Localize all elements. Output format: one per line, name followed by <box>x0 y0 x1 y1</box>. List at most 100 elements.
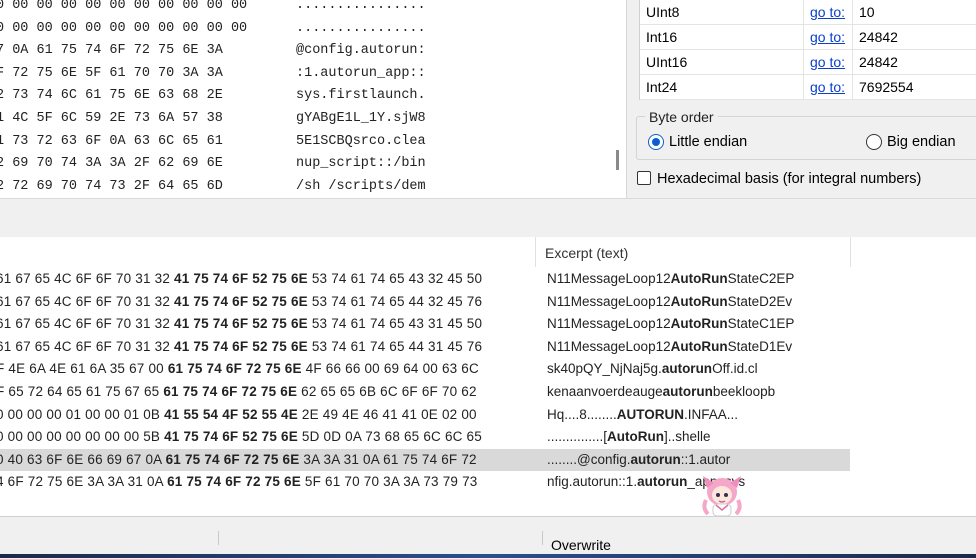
hex-bytes: 0 00 00 00 00 00 00 00 00 00 00 <box>0 20 248 36</box>
hex-bytes: 2 72 69 70 74 73 2F 64 65 6D <box>0 178 223 194</box>
value-field[interactable]: 24842 <box>859 50 898 74</box>
result-hex: 0 00 00 00 01 00 00 01 0B 41 55 54 4F 52… <box>0 404 477 426</box>
result-hex: 61 67 65 4C 6F 6F 70 31 32 41 75 74 6F 5… <box>0 336 482 358</box>
result-row[interactable]: 0 40 63 6F 6E 66 69 67 0A 61 75 74 6F 72… <box>0 448 850 471</box>
result-row[interactable]: 61 67 65 4C 6F 6F 70 31 32 41 75 74 6F 5… <box>0 313 850 335</box>
excerpt-match: autorun <box>637 474 688 490</box>
type-label: Int24 <box>646 79 678 95</box>
big-endian-radio[interactable] <box>866 134 882 150</box>
result-hex: 4 6F 72 75 6E 3A 3A 31 0A 61 75 74 6F 72… <box>0 471 478 493</box>
result-row[interactable]: 0 00 00 00 01 00 00 01 0B 41 55 54 4F 52… <box>0 404 850 426</box>
excerpt-column-header[interactable]: Excerpt (text) <box>545 245 628 261</box>
result-hex: F 65 72 64 65 61 75 67 65 61 75 74 6F 72… <box>0 381 477 403</box>
status-bar: Overwrite <box>0 516 976 559</box>
excerpt-prefix: N11MessageLoop12 <box>547 338 671 354</box>
result-excerpt: ...............[AutoRun]..shelle <box>547 426 711 448</box>
hex-row[interactable]: 1 4C 5F 6C 59 2E 73 6A 57 38 gYABgE1L_1Y.… <box>0 108 612 130</box>
result-row[interactable]: 61 67 65 4C 6F 6F 70 31 32 41 75 74 6F 5… <box>0 336 850 358</box>
hex-bytes: F 72 75 6E 5F 61 70 70 3A 3A <box>0 65 223 81</box>
hex-suffix: 53 74 61 74 65 43 32 45 50 <box>307 271 483 286</box>
result-row[interactable]: F 4E 6A 4E 61 6A 35 67 00 61 75 74 6F 72… <box>0 358 850 380</box>
ascii-text: nup_script::/bin <box>296 156 426 172</box>
result-excerpt: kenaanvoerdeaugeautorunbeekloopb <box>547 381 775 403</box>
result-excerpt: ........@config.autorun::1.autor <box>547 449 730 471</box>
little-endian-radio[interactable] <box>648 134 664 150</box>
excerpt-prefix: ...............[ <box>547 429 608 445</box>
result-row[interactable]: 61 67 65 4C 6F 6F 70 31 32 41 75 74 6F 5… <box>0 268 850 290</box>
big-endian-label[interactable]: Big endian <box>887 132 956 152</box>
hex-prefix: 61 67 65 4C 6F 6F 70 31 32 <box>0 338 175 354</box>
result-excerpt: N11MessageLoop12AutoRunStateD1Ev <box>547 336 792 358</box>
hex-row[interactable]: 2 72 69 70 74 73 2F 64 65 6D/sh /scripts… <box>0 176 612 198</box>
goto-link[interactable]: go to: <box>810 50 845 74</box>
result-row[interactable]: 61 67 65 4C 6F 6F 70 31 32 41 75 74 6F 5… <box>0 291 850 313</box>
hex-match: 61 75 74 6F 72 75 6E <box>167 361 302 377</box>
hex-match: 41 75 74 6F 52 75 6E <box>174 316 308 332</box>
type-label: UInt16 <box>646 54 688 70</box>
ascii-text: sys.firstlaunch. <box>296 88 426 104</box>
hex-match: 41 55 54 4F 52 55 4E <box>164 406 298 422</box>
ascii-text: @config.autorun: <box>296 43 426 59</box>
excerpt-match: autorun <box>662 384 713 399</box>
value-field[interactable]: 10 <box>859 0 875 24</box>
hex-row[interactable]: 0 00 00 00 00 00 00 00 00 00 00.........… <box>0 0 612 17</box>
hex-bytes: 2 69 70 74 3A 3A 2F 62 69 6E <box>0 156 223 172</box>
excerpt-match: AutoRun <box>670 271 728 286</box>
hex-basis-label[interactable]: Hexadecimal basis (for integral numbers) <box>657 169 921 189</box>
hex-match: 41 75 74 6F 52 75 6E <box>174 293 308 309</box>
scrollbar-thumb[interactable] <box>616 150 619 170</box>
hex-row[interactable]: 2 73 74 6C 61 75 6E 63 68 2E sys.firstlau… <box>0 85 612 107</box>
hex-row[interactable]: 1 73 72 63 6F 0A 63 6C 65 61 5E1SCBQsrco.… <box>0 131 612 153</box>
hex-match: 41 75 74 6F 52 75 6E <box>174 338 308 354</box>
goto-link[interactable]: go to: <box>810 75 845 99</box>
hex-prefix: 0 00 00 00 01 00 00 01 0B <box>0 406 165 422</box>
goto-link[interactable]: go to: <box>810 0 845 24</box>
result-hex: 61 67 65 4C 6F 6F 70 31 32 41 75 74 6F 5… <box>0 313 482 335</box>
excerpt-prefix: kenaanvoerdeauge <box>547 384 663 399</box>
ascii-text: ................ <box>296 0 426 13</box>
hex-prefix: 61 67 65 4C 6F 6F 70 31 32 <box>0 293 175 309</box>
search-results-list[interactable]: Excerpt (text) 61 67 65 4C 6F 6F 70 31 3… <box>0 237 976 516</box>
excerpt-suffix: ::1.autor <box>680 451 731 467</box>
excerpt-suffix: .INFAA... <box>684 406 739 422</box>
excerpt-suffix: StateC1EP <box>727 316 795 332</box>
inspector-row: Int16 go to: 24842 <box>640 25 976 50</box>
hex-match: 41 75 74 6F 52 75 6E <box>174 271 308 286</box>
value-field[interactable]: 7692554 <box>859 75 914 99</box>
result-hex: 61 67 65 4C 6F 6F 70 31 32 41 75 74 6F 5… <box>0 268 482 290</box>
data-inspector: UInt8 go to: 10 Int16 go to: 24842 UInt16 go to… <box>627 0 976 198</box>
hex-editor-pane[interactable]: 0 00 00 00 00 00 00 00 00 00 00.........… <box>0 0 626 198</box>
hex-suffix: 5F 61 70 70 3A 3A 73 79 73 <box>300 474 478 490</box>
hex-row[interactable]: 2 69 70 74 3A 3A 2F 62 69 6E nup_script::… <box>0 153 612 175</box>
result-row[interactable]: F 65 72 64 65 61 75 67 65 61 75 74 6F 72… <box>0 381 850 403</box>
excerpt-match: AutoRun <box>670 316 728 332</box>
data-inspector-table: UInt8 go to: 10 Int16 go to: 24842 UInt16 go to… <box>639 0 976 100</box>
status-separator <box>542 531 543 545</box>
little-endian-label[interactable]: Little endian <box>669 132 747 152</box>
hex-prefix: 0 00 00 00 00 00 00 00 5B <box>0 429 165 445</box>
hex-basis-checkbox[interactable] <box>637 171 651 185</box>
hex-suffix: 53 74 61 74 65 43 31 45 50 <box>307 316 483 332</box>
excerpt-prefix: Hq....8........ <box>547 406 617 422</box>
hex-prefix: F 4E 6A 4E 61 6A 35 67 00 <box>0 361 168 377</box>
hex-row[interactable]: F 72 75 6E 5F 61 70 70 3A 3A:1.autorun_a… <box>0 63 612 85</box>
hex-suffix: 53 74 61 74 65 44 32 45 76 <box>307 293 483 309</box>
excerpt-suffix: Off.id.cl <box>712 361 758 377</box>
hex-row[interactable]: 7 0A 61 75 74 6F 72 75 6E 3A @config.auto… <box>0 40 612 62</box>
hex-prefix: 61 67 65 4C 6F 6F 70 31 32 <box>0 271 175 286</box>
value-field[interactable]: 24842 <box>859 25 898 49</box>
column-separator <box>535 237 536 267</box>
hex-vertical-scrollbar[interactable] <box>612 0 626 198</box>
excerpt-prefix: N11MessageLoop12 <box>547 316 671 332</box>
result-row[interactable]: 0 00 00 00 00 00 00 00 5B 41 75 74 6F 52… <box>0 426 850 448</box>
hex-bytes: 1 4C 5F 6C 59 2E 73 6A 57 38 <box>0 111 223 126</box>
taskbar-edge <box>0 554 976 558</box>
status-separator <box>218 531 219 545</box>
inspector-row: UInt16 go to: 24842 <box>640 50 976 75</box>
hex-prefix: 61 67 65 4C 6F 6F 70 31 32 <box>0 316 175 332</box>
byte-order-legend: Byte order <box>645 109 718 125</box>
goto-link[interactable]: go to: <box>810 25 845 49</box>
excerpt-suffix: StateC2EP <box>727 271 795 286</box>
hex-row[interactable]: 0 00 00 00 00 00 00 00 00 00 00.........… <box>0 18 612 40</box>
edit-mode-indicator[interactable]: Overwrite <box>551 537 611 553</box>
